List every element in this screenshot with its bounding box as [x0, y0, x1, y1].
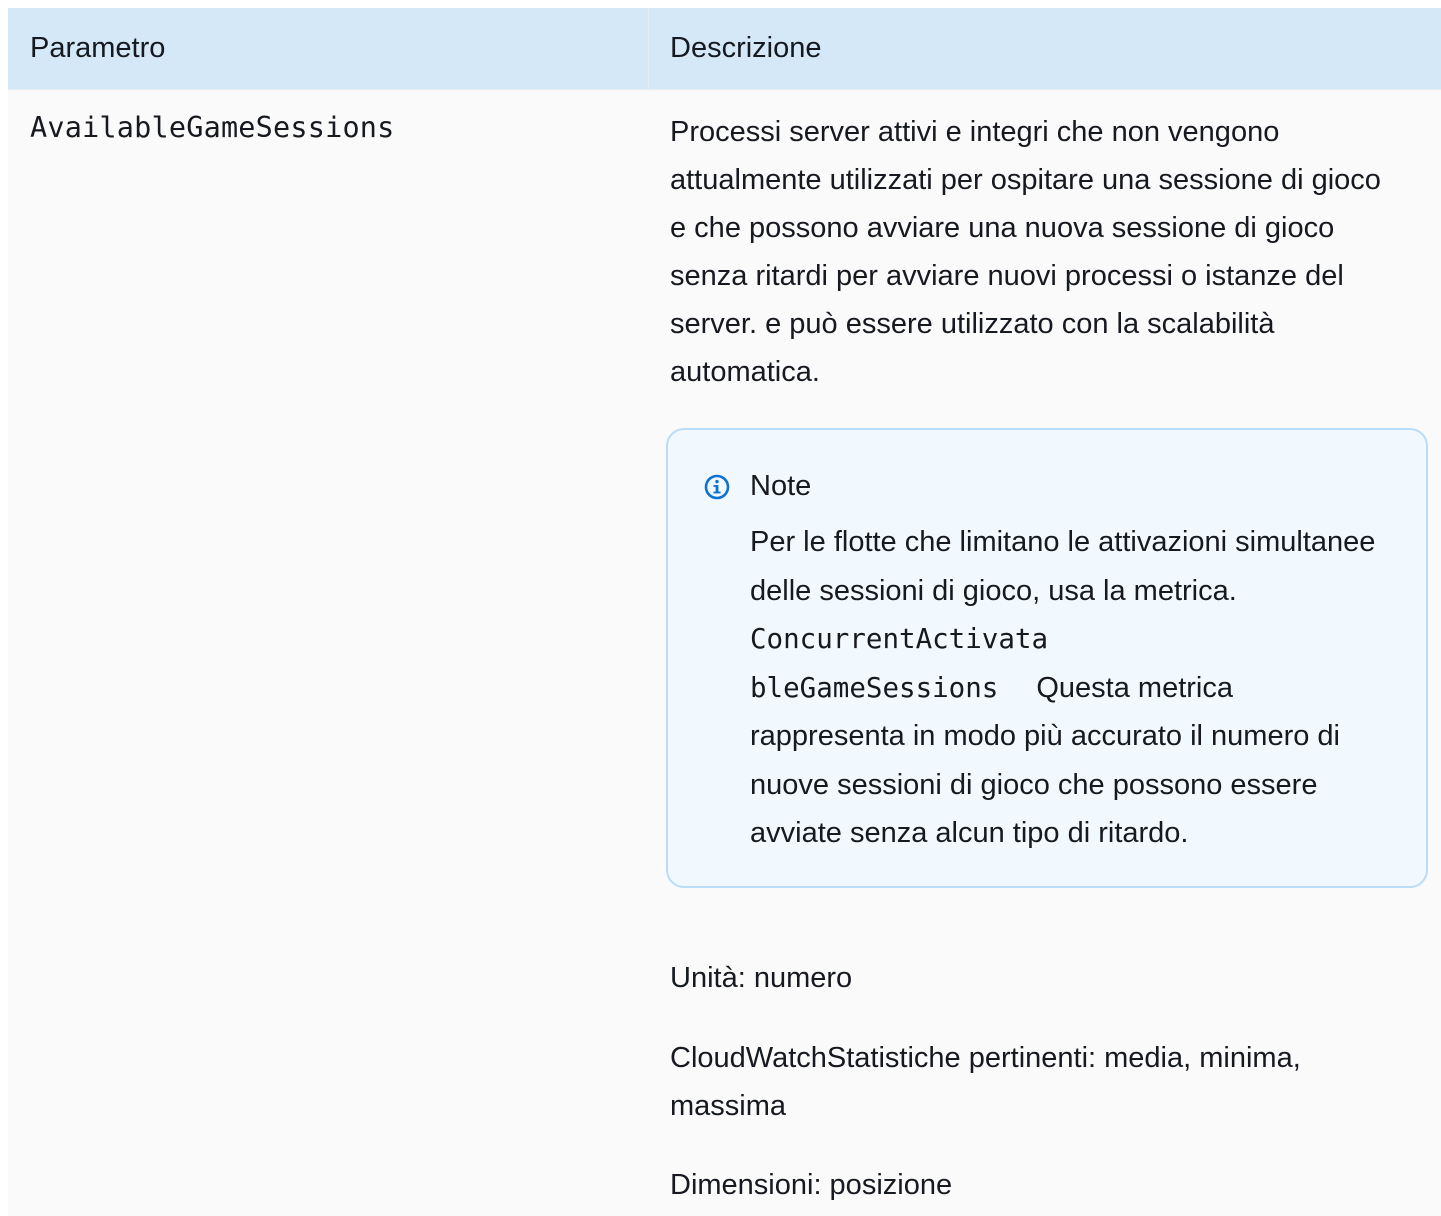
header-parameter: Parametro: [30, 32, 166, 64]
info-circle-icon: [704, 474, 730, 500]
parameter-name: AvailableGameSessions: [30, 111, 395, 144]
header-divider: [648, 8, 649, 89]
table-header-row: Parametro Descrizione: [8, 8, 1441, 90]
statistics-text: CloudWatchStatistiche pertinenti: media,…: [670, 1042, 1301, 1122]
parameters-table: Parametro Descrizione AvailableGameSessi…: [8, 8, 1441, 1216]
note-code-metric-part2: bleGameSessions: [750, 671, 999, 704]
note-title: Note: [750, 470, 812, 502]
header-description: Descrizione: [670, 32, 822, 64]
note-code-metric-part1: ConcurrentActivata: [750, 623, 1049, 655]
note-callout: Note Per le flotte che limitano le attiv…: [666, 428, 1428, 888]
note-text-before: Per le flotte che limitano le attivazion…: [750, 526, 1376, 607]
parameter-description: Processi server attivi e integri che non…: [670, 116, 1381, 388]
note-body: Per le flotte che limitano le attivazion…: [750, 518, 1390, 858]
dimensions-text: Dimensioni: posizione: [670, 1169, 953, 1201]
unit-text: Unità: numero: [670, 962, 853, 994]
